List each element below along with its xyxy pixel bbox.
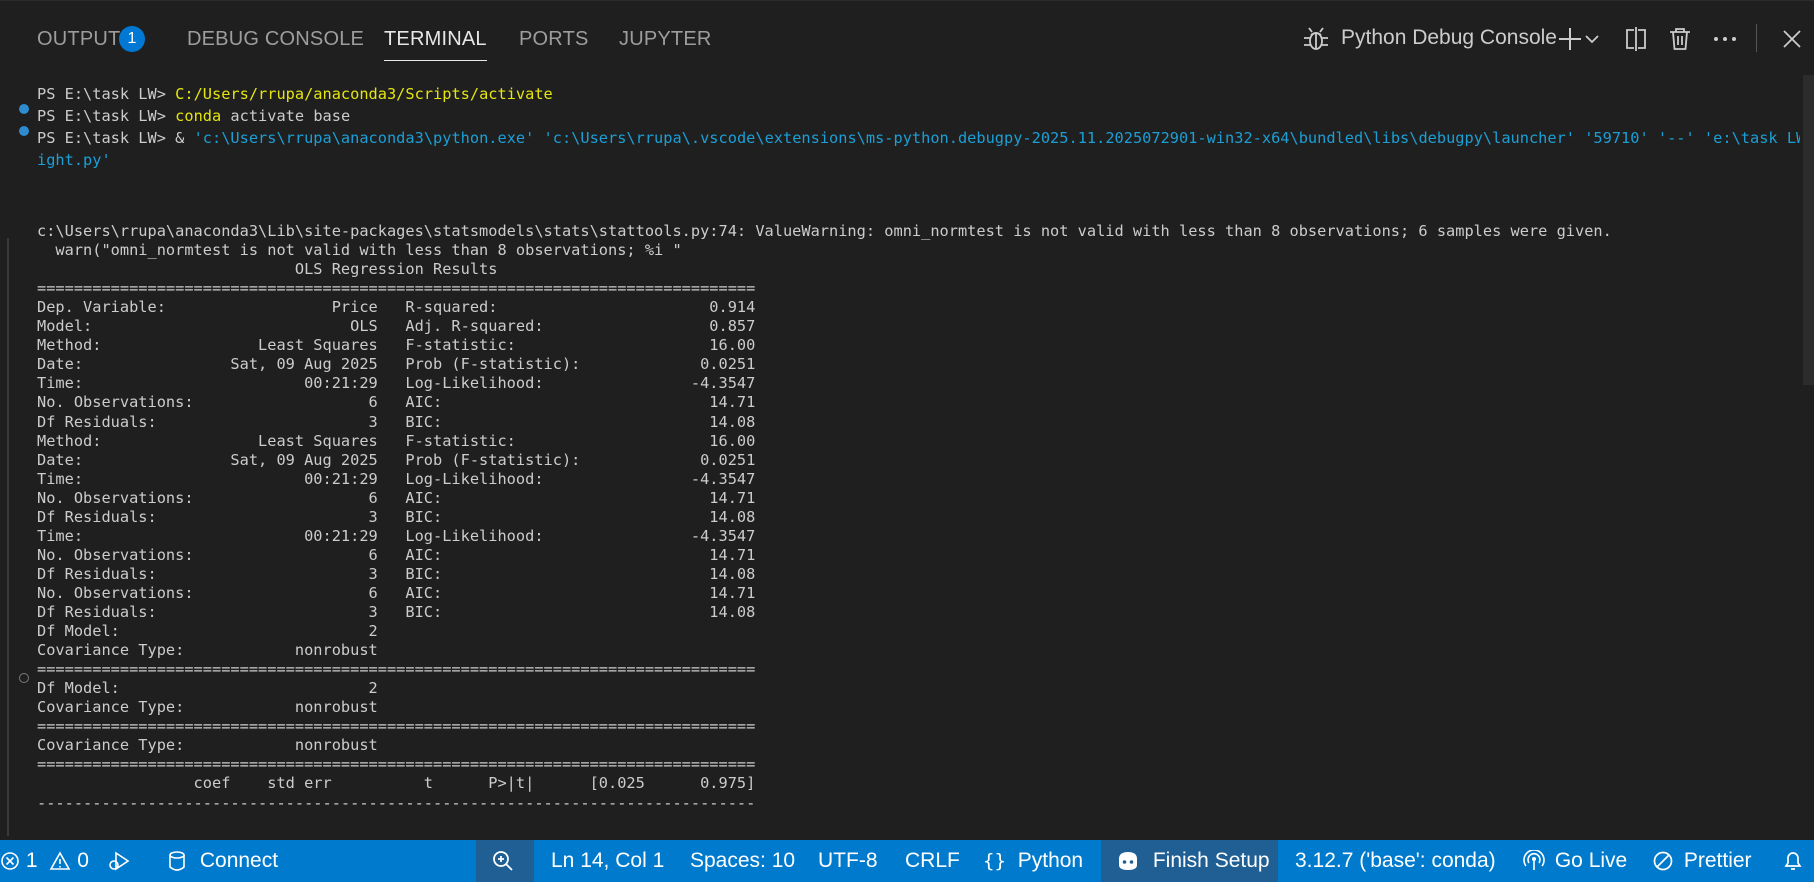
prohibited-icon <box>1653 852 1673 871</box>
copilot-icon <box>1119 852 1137 871</box>
search-icon <box>493 851 513 872</box>
trash-icon[interactable] <box>1666 22 1694 56</box>
more-icon[interactable] <box>1711 22 1739 56</box>
chevron-down-icon[interactable] <box>1583 22 1601 56</box>
encoding[interactable]: UTF-8 <box>818 840 878 882</box>
bug-icon <box>1304 27 1328 50</box>
command-pending-icon[interactable] <box>19 673 29 683</box>
command-line: PS E:\task LW> conda activate base <box>37 105 350 127</box>
database-icon <box>169 851 185 872</box>
tab-terminal[interactable]: TERMINAL <box>384 24 487 61</box>
close-icon[interactable] <box>1778 22 1806 56</box>
language-mode[interactable]: {} Python <box>983 840 1083 882</box>
output-count-badge: 1 <box>119 26 145 52</box>
tab-debug-console[interactable]: DEBUG CONSOLE <box>187 24 364 54</box>
command-args: 'c:\Users\rrupa\anaconda3\python.exe' 'c… <box>193 129 1800 147</box>
warning-icon <box>50 851 71 871</box>
tab-jupyter[interactable]: JUPYTER <box>619 24 712 54</box>
plus-icon[interactable] <box>1556 22 1584 56</box>
command-success-icon[interactable] <box>19 104 29 114</box>
split-icon[interactable] <box>1622 22 1650 56</box>
finish-setup-button[interactable]: Finish Setup <box>1115 840 1270 882</box>
terminal-scrollbar[interactable] <box>1803 75 1814 385</box>
finish-setup-label: Finish Setup <box>1152 849 1270 872</box>
error-count: 1 <box>25 849 38 872</box>
braces-icon: {} <box>983 850 1006 872</box>
go-live-button[interactable]: Go Live <box>1523 840 1627 882</box>
command-args-wrap: ight.py' <box>37 151 111 169</box>
panel-header: OUTPUT 1 DEBUG CONSOLE TERMINAL PORTS JU… <box>0 0 1814 78</box>
zoom-button[interactable] <box>491 840 515 882</box>
terminal-selector[interactable]: Python Debug Console <box>1302 22 1557 56</box>
command-line: PS E:\task LW> & 'c:\Users\rrupa\anacond… <box>37 127 1800 149</box>
terminal-output[interactable]: PS E:\task LW> C:/Users/rrupa/anaconda3/… <box>0 78 1800 836</box>
error-icon <box>1 852 19 871</box>
terminal-selector-label: Python Debug Console <box>1341 26 1557 49</box>
debug-run-icon <box>109 851 130 871</box>
command-success-icon[interactable] <box>19 126 29 136</box>
tab-ports[interactable]: PORTS <box>519 24 589 54</box>
prompt: PS E:\task LW> <box>37 107 166 125</box>
prompt: PS E:\task LW> <box>37 85 166 103</box>
notifications-button[interactable] <box>1782 840 1804 882</box>
command-text: activate base <box>221 107 351 125</box>
connect-button[interactable]: Connect <box>168 840 278 882</box>
go-live-label: Go Live <box>1554 849 1628 872</box>
output-line: ----------------------------------------… <box>37 793 756 812</box>
command-keyword: conda <box>175 107 222 125</box>
prettier-label: Prettier <box>1683 849 1752 872</box>
python-interpreter[interactable]: 3.12.7 ('base': conda) <box>1295 840 1496 882</box>
panel-border <box>0 0 1814 1</box>
call-operator: & <box>165 129 194 147</box>
remote-explorer-button[interactable] <box>107 840 133 882</box>
tab-output[interactable]: OUTPUT <box>37 24 120 54</box>
problems-indicator[interactable]: 1 0 <box>0 840 89 882</box>
line-ending[interactable]: CRLF <box>905 840 960 882</box>
indentation[interactable]: Spaces: 10 <box>690 840 795 882</box>
prompt: PS E:\task LW> <box>37 129 166 147</box>
command-text: C:/Users/rrupa/anaconda3/Scripts/activat… <box>175 85 553 103</box>
connect-label: Connect <box>199 849 279 872</box>
warning-count: 0 <box>77 849 89 872</box>
status-bar: 1 0 Connect Ln 14, Col 1 Spaces: 10 UTF-… <box>0 840 1814 882</box>
prettier-button[interactable]: Prettier <box>1652 840 1752 882</box>
command-line: PS E:\task LW> C:/Users/rrupa/anaconda3/… <box>37 83 553 105</box>
command-guide-line <box>7 238 9 836</box>
language-label: Python <box>1017 849 1084 872</box>
toolbar-divider <box>1756 24 1757 52</box>
cursor-position[interactable]: Ln 14, Col 1 <box>551 840 664 882</box>
bell-icon <box>1784 852 1802 871</box>
broadcast-icon <box>1523 850 1545 871</box>
